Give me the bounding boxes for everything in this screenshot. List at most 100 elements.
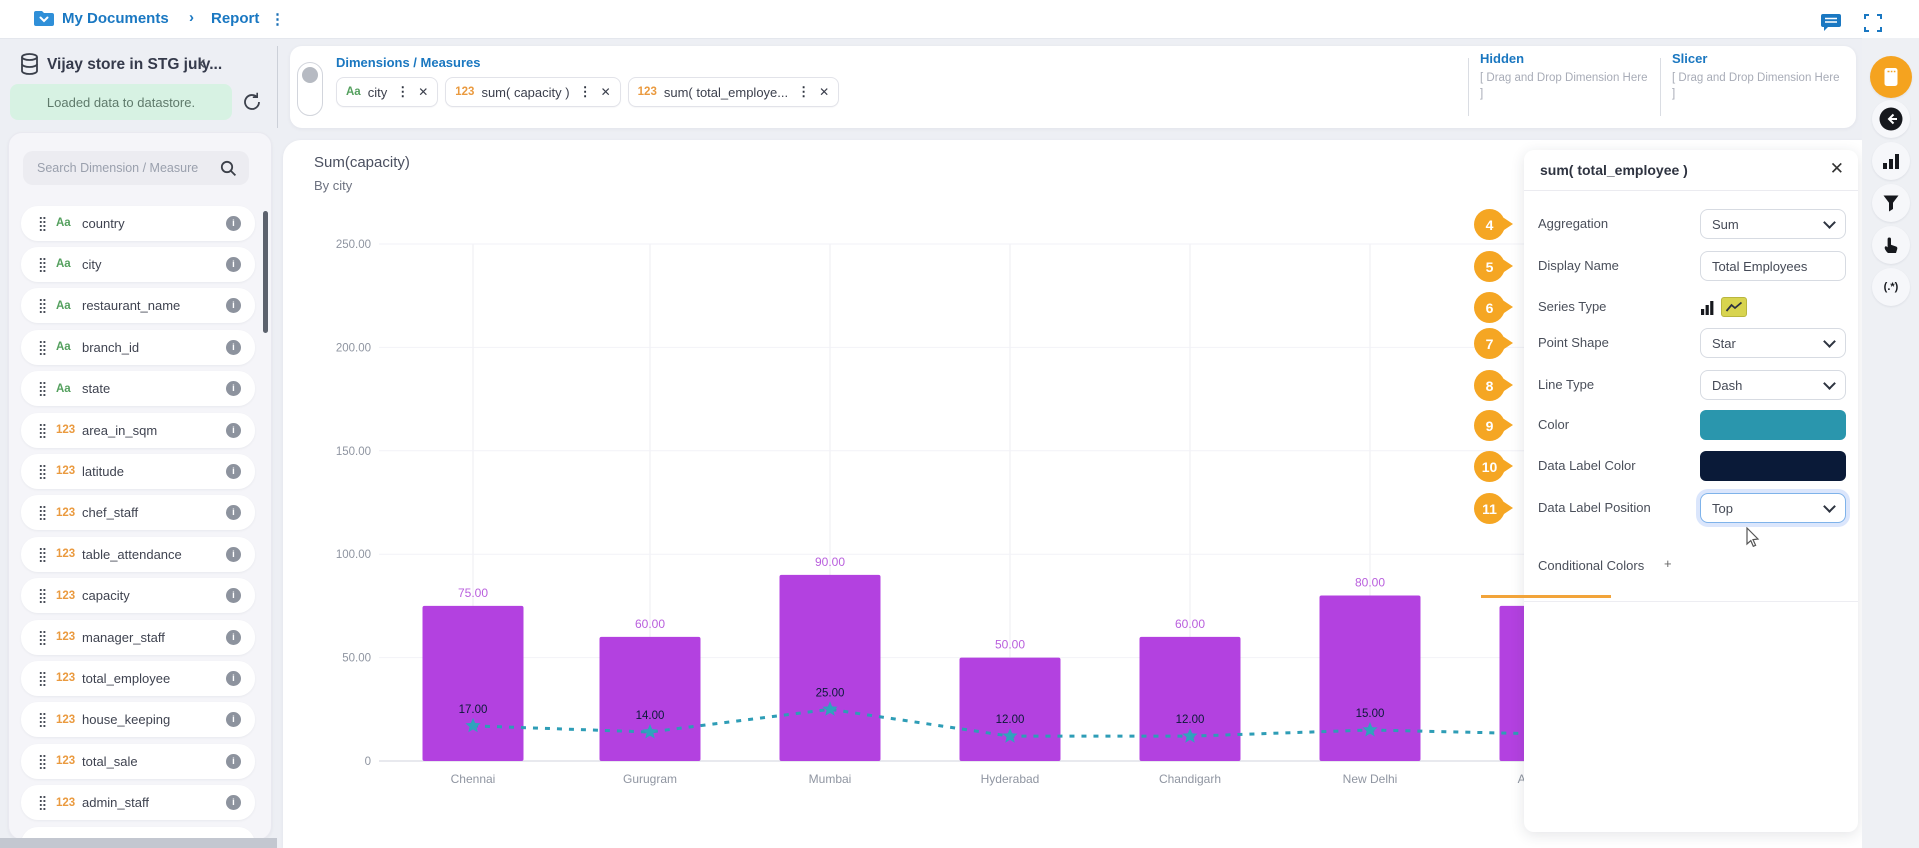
field-item-admin_staff[interactable]: 123admin_staffi <box>21 785 255 820</box>
field-item-table_attendance[interactable]: 123table_attendancei <box>21 537 255 572</box>
color-swatch[interactable] <box>1700 410 1846 440</box>
sidebar-scrollbar[interactable] <box>263 211 268 333</box>
search-input[interactable] <box>23 161 220 175</box>
add-conditional-color-icon[interactable]: + <box>1664 556 1672 571</box>
chip-kebab-icon[interactable]: ⋮ <box>396 84 409 100</box>
bar-chart-icon[interactable] <box>1872 142 1910 180</box>
collapse-sidebar-icon[interactable]: ‹ <box>199 54 206 72</box>
shelf-chip-3[interactable]: 123sum( total_employe...⋮✕ <box>628 77 840 107</box>
refresh-icon[interactable] <box>241 91 263 113</box>
field-item-total_employee[interactable]: 123total_employeei <box>21 661 255 696</box>
field-search <box>23 151 249 185</box>
right-toolbar: (.*) <box>1862 38 1919 848</box>
shelf-toggle[interactable] <box>297 62 323 116</box>
field-type-icon: 123 <box>56 797 82 809</box>
svg-text:250.00: 250.00 <box>336 239 371 251</box>
chip-kebab-icon[interactable]: ⋮ <box>797 84 810 100</box>
info-icon[interactable]: i <box>226 464 241 479</box>
shelf-chip-1[interactable]: Aacity⋮✕ <box>336 77 438 107</box>
aggregation-select[interactable]: Sum <box>1700 209 1846 239</box>
info-icon[interactable]: i <box>226 795 241 810</box>
field-item-city[interactable]: Aacityi <box>21 247 255 282</box>
drag-handle-icon[interactable] <box>39 340 46 355</box>
drag-handle-icon[interactable] <box>39 505 46 520</box>
filter-icon[interactable] <box>1872 184 1910 222</box>
shelf-chip-2[interactable]: 123sum( capacity )⋮✕ <box>445 77 620 107</box>
breadcrumb-my-documents[interactable]: My Documents <box>62 10 169 27</box>
drag-handle-icon[interactable] <box>39 754 46 769</box>
folder-icon[interactable] <box>33 10 55 28</box>
svg-text:Hyderabad: Hyderabad <box>981 772 1040 786</box>
drag-handle-icon[interactable] <box>39 712 46 727</box>
report-kebab-icon[interactable]: ⋮ <box>270 10 285 28</box>
info-icon[interactable]: i <box>226 298 241 313</box>
field-item-chef_staff[interactable]: 123chef_staffi <box>21 495 255 530</box>
drag-handle-icon[interactable] <box>39 381 46 396</box>
chip-close-icon[interactable]: ✕ <box>819 85 829 99</box>
series-type-icons[interactable] <box>1700 292 1846 322</box>
info-icon[interactable]: i <box>226 588 241 603</box>
info-icon[interactable]: i <box>226 671 241 686</box>
field-item-capacity[interactable]: 123capacityi <box>21 578 255 613</box>
select-value: Sum <box>1712 217 1739 232</box>
field-item-latitude[interactable]: 123latitudei <box>21 454 255 489</box>
point-shape-select[interactable]: Star <box>1700 328 1846 358</box>
info-icon[interactable]: i <box>226 630 241 645</box>
info-icon[interactable]: i <box>226 423 241 438</box>
hand-pointer-icon[interactable] <box>1872 226 1910 264</box>
back-icon[interactable] <box>1872 100 1910 138</box>
drag-handle-icon[interactable] <box>39 547 46 562</box>
chip-close-icon[interactable]: ✕ <box>601 85 611 99</box>
drag-handle-icon[interactable] <box>39 671 46 686</box>
close-icon[interactable]: ✕ <box>1830 159 1844 179</box>
field-item-state[interactable]: Aastatei <box>21 371 255 406</box>
field-item-house_keeping[interactable]: 123house_keepingi <box>21 702 255 737</box>
info-icon[interactable]: i <box>226 754 241 769</box>
search-icon[interactable] <box>220 160 237 177</box>
fullscreen-icon[interactable] <box>1864 14 1882 32</box>
info-icon[interactable]: i <box>226 547 241 562</box>
svg-text:0: 0 <box>365 756 371 768</box>
status-banner: Loaded data to datastore. <box>10 84 232 120</box>
field-type-icon: 123 <box>56 714 82 726</box>
regex-icon[interactable]: (.*) <box>1872 268 1910 306</box>
info-icon[interactable]: i <box>226 340 241 355</box>
chip-close-icon[interactable]: ✕ <box>418 85 428 99</box>
field-name: total_employee <box>82 671 226 686</box>
info-icon[interactable]: i <box>226 381 241 396</box>
field-item-branch_id[interactable]: Aabranch_idi <box>21 330 255 365</box>
settings-label-display-name: Display Name <box>1538 258 1619 273</box>
drag-handle-icon[interactable] <box>39 216 46 231</box>
data-label-color-swatch[interactable] <box>1700 451 1846 481</box>
display-name-field[interactable]: Total Employees <box>1700 251 1846 281</box>
info-icon[interactable]: i <box>226 505 241 520</box>
field-item-restaurant_name[interactable]: Aarestaurant_namei <box>21 288 255 323</box>
drag-handle-icon[interactable] <box>39 257 46 272</box>
drag-handle-icon[interactable] <box>39 588 46 603</box>
drag-handle-icon[interactable] <box>39 423 46 438</box>
breadcrumb-report[interactable]: Report <box>211 10 259 27</box>
drag-handle-icon[interactable] <box>39 630 46 645</box>
info-icon[interactable]: i <box>226 216 241 231</box>
sidebar-horizontal-scrollbar[interactable] <box>0 838 277 848</box>
data-label-position-select[interactable]: Top <box>1700 493 1846 523</box>
info-icon[interactable]: i <box>226 257 241 272</box>
comment-icon[interactable] <box>1820 13 1844 33</box>
field-item-country[interactable]: Aacountryi <box>21 206 255 241</box>
card-icon[interactable] <box>1870 56 1912 98</box>
chip-kebab-icon[interactable]: ⋮ <box>579 84 592 100</box>
svg-text:Chennai: Chennai <box>451 772 496 786</box>
field-name: area_in_sqm <box>82 423 226 438</box>
drag-handle-icon[interactable] <box>39 298 46 313</box>
field-item-manager_staff[interactable]: 123manager_staffi <box>21 620 255 655</box>
drag-handle-icon[interactable] <box>39 795 46 810</box>
drag-handle-icon[interactable] <box>39 464 46 479</box>
field-item-total_sale[interactable]: 123total_salei <box>21 744 255 779</box>
info-icon[interactable]: i <box>226 712 241 727</box>
line-type-select[interactable]: Dash <box>1700 370 1846 400</box>
application-window: My Documents › Report ⋮ Vijay store in S… <box>0 0 1919 848</box>
bar-series-icon[interactable] <box>1700 300 1715 315</box>
select-value: Star <box>1712 336 1736 351</box>
line-series-icon-selected[interactable] <box>1721 297 1747 317</box>
field-item-area_in_sqm[interactable]: 123area_in_sqmi <box>21 413 255 448</box>
